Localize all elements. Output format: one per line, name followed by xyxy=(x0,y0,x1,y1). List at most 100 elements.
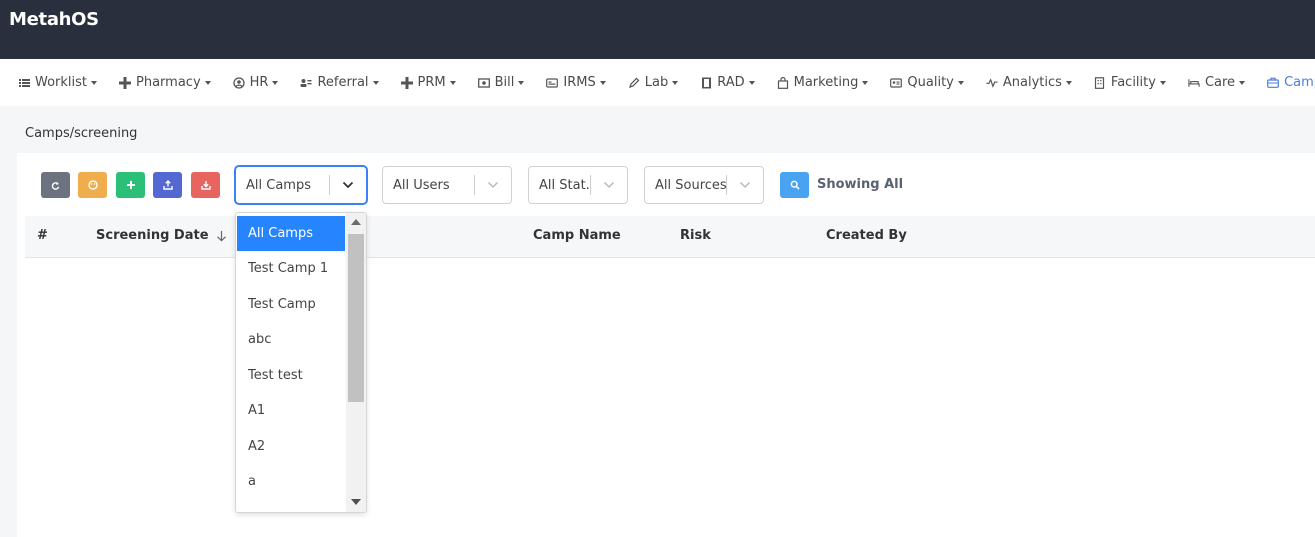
bed-icon xyxy=(1188,77,1200,89)
nav-camps[interactable]: Camps xyxy=(1267,75,1315,90)
nav-irms[interactable]: IRMS xyxy=(546,75,606,90)
nav-facility[interactable]: Facility xyxy=(1094,75,1166,90)
nav-label: Quality xyxy=(907,75,954,90)
download-button[interactable] xyxy=(191,172,220,198)
dropdown-option[interactable]: Test test xyxy=(237,358,345,393)
address-card-icon xyxy=(890,77,903,89)
pen-icon xyxy=(628,77,640,89)
refresh-icon xyxy=(51,181,60,190)
scroll-up-icon[interactable] xyxy=(351,219,361,225)
nav-lab[interactable]: Lab xyxy=(628,75,679,90)
nav-label: Analytics xyxy=(1002,75,1062,90)
plus-icon xyxy=(119,76,132,89)
nav-referral[interactable]: Referral xyxy=(300,75,379,90)
camps-select[interactable]: All Camps xyxy=(235,166,367,204)
caret-down-icon xyxy=(91,80,98,85)
nav-label: HR xyxy=(249,75,269,90)
nav-hr[interactable]: HR xyxy=(233,75,279,90)
chevron-down-icon[interactable] xyxy=(330,167,366,203)
refresh-button[interactable] xyxy=(41,172,70,198)
caret-down-icon xyxy=(1065,80,1072,85)
status-select[interactable]: All Stat... xyxy=(528,166,628,204)
bag-icon xyxy=(777,76,789,89)
nav-label: IRMS xyxy=(563,75,596,90)
caret-down-icon xyxy=(599,80,606,85)
column-header-camp-name[interactable]: Camp Name xyxy=(533,228,621,243)
nav-label: Referral xyxy=(317,75,369,90)
sources-select[interactable]: All Sources xyxy=(644,166,764,204)
breadcrumb: Camps/screening xyxy=(25,126,138,141)
caret-down-icon xyxy=(957,80,964,85)
column-header-screening-date[interactable]: Screening Date xyxy=(96,228,227,243)
dropdown-option[interactable]: A2 xyxy=(237,429,345,464)
nav-label: Pharmacy xyxy=(136,75,201,90)
palette-button[interactable] xyxy=(78,172,107,198)
caret-down-icon xyxy=(204,80,211,85)
camps-select-value: All Camps xyxy=(246,177,311,193)
caret-down-icon xyxy=(372,80,379,85)
chevron-down-icon[interactable] xyxy=(591,167,627,203)
caret-down-icon xyxy=(518,80,525,85)
dropdown-scrollbar[interactable] xyxy=(346,213,366,512)
nav-label: Camps xyxy=(1284,75,1315,90)
nav-label: Facility xyxy=(1110,75,1156,90)
money-icon xyxy=(477,77,490,89)
search-button[interactable] xyxy=(780,172,809,198)
chevron-down-icon[interactable] xyxy=(475,167,511,203)
nav-analytics[interactable]: Analytics xyxy=(986,75,1072,90)
upload-button[interactable] xyxy=(153,172,182,198)
nav-care[interactable]: Care xyxy=(1188,75,1246,90)
nav-worklist[interactable]: Worklist xyxy=(18,75,98,90)
download-icon xyxy=(200,181,211,190)
main-nav: Worklist Pharmacy HR Referral PRM Bill I… xyxy=(0,59,1315,106)
nav-bill[interactable]: Bill xyxy=(477,75,525,90)
search-icon xyxy=(790,180,800,190)
id-card-icon xyxy=(546,77,559,89)
add-button[interactable] xyxy=(116,172,145,198)
camps-dropdown-menu: All Camps Test Camp 1 Test Camp abc Test… xyxy=(235,212,367,513)
nav-label: Worklist xyxy=(35,75,88,90)
pulse-icon xyxy=(986,77,998,89)
dropdown-option[interactable]: A1 xyxy=(237,393,345,428)
dropdown-option[interactable]: a xyxy=(237,464,345,499)
dropdown-option[interactable]: abc xyxy=(237,322,345,357)
user-circle-icon xyxy=(233,76,245,89)
users-select[interactable]: All Users xyxy=(382,166,512,204)
caret-down-icon xyxy=(748,80,755,85)
dropdown-option[interactable]: Test Camp xyxy=(237,287,345,322)
scrollbar-thumb[interactable] xyxy=(348,234,364,402)
nav-rad[interactable]: RAD xyxy=(700,75,755,90)
column-header-number: # xyxy=(37,228,48,243)
palette-icon xyxy=(87,180,98,190)
app-title[interactable]: MetahOS xyxy=(9,9,99,30)
caret-down-icon xyxy=(862,80,869,85)
screening-card: All Camps All Users All Stat... All Sour… xyxy=(17,153,1315,537)
sort-down-icon xyxy=(216,230,226,242)
nav-prm[interactable]: PRM xyxy=(400,75,456,90)
nav-label: Bill xyxy=(494,75,515,90)
nav-marketing[interactable]: Marketing xyxy=(777,75,869,90)
dropdown-option[interactable]: Test Camp 1 xyxy=(237,251,345,286)
scroll-down-icon[interactable] xyxy=(351,499,361,505)
nav-pharmacy[interactable]: Pharmacy xyxy=(119,75,211,90)
nav-label: Lab xyxy=(644,75,669,90)
chevron-down-icon[interactable] xyxy=(727,167,763,203)
main-content: Camps/screening All Camps All Users All … xyxy=(0,106,1315,537)
building-icon xyxy=(1094,76,1106,89)
nav-label: RAD xyxy=(717,75,745,90)
nav-quality[interactable]: Quality xyxy=(890,75,964,90)
caret-down-icon xyxy=(1239,80,1246,85)
list-icon xyxy=(18,77,30,89)
film-icon xyxy=(700,77,712,89)
nav-label: PRM xyxy=(417,75,446,90)
dropdown-option[interactable]: All Camps xyxy=(237,216,345,251)
column-header-created-by[interactable]: Created By xyxy=(826,228,907,243)
nav-label: Marketing xyxy=(793,75,859,90)
caret-down-icon xyxy=(449,80,456,85)
nav-label: Care xyxy=(1204,75,1236,90)
caret-down-icon xyxy=(1159,80,1166,85)
column-header-risk[interactable]: Risk xyxy=(680,228,711,243)
caret-down-icon xyxy=(672,80,679,85)
plus-icon xyxy=(400,76,413,89)
table-header: # Screening Date Camp Name Risk Created … xyxy=(25,216,1315,258)
